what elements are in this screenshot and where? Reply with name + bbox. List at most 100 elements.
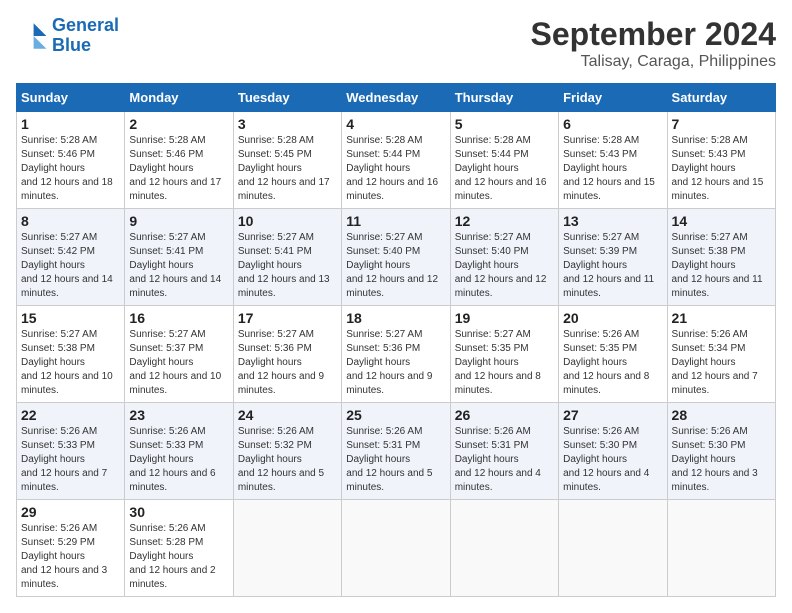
day-info: Sunrise: 5:26 AM Sunset: 5:34 PM Dayligh… xyxy=(672,328,771,398)
day-number: 7 xyxy=(672,116,771,132)
table-row: 15 Sunrise: 5:27 AM Sunset: 5:38 PM Dayl… xyxy=(17,306,125,403)
day-number: 27 xyxy=(563,407,662,423)
day-of-week-header: Sunday xyxy=(17,84,125,112)
table-row: 17 Sunrise: 5:27 AM Sunset: 5:36 PM Dayl… xyxy=(233,306,341,403)
table-row: 8 Sunrise: 5:27 AM Sunset: 5:42 PM Dayli… xyxy=(17,209,125,306)
table-row: 13 Sunrise: 5:27 AM Sunset: 5:39 PM Dayl… xyxy=(559,209,667,306)
day-info: Sunrise: 5:26 AM Sunset: 5:33 PM Dayligh… xyxy=(129,425,228,495)
table-row: 23 Sunrise: 5:26 AM Sunset: 5:33 PM Dayl… xyxy=(125,403,233,500)
table-row: 30 Sunrise: 5:26 AM Sunset: 5:28 PM Dayl… xyxy=(125,500,233,597)
day-info: Sunrise: 5:27 AM Sunset: 5:35 PM Dayligh… xyxy=(455,328,554,398)
day-number: 18 xyxy=(346,310,445,326)
day-info: Sunrise: 5:26 AM Sunset: 5:31 PM Dayligh… xyxy=(455,425,554,495)
day-number: 13 xyxy=(563,213,662,229)
day-number: 30 xyxy=(129,504,228,520)
day-number: 21 xyxy=(672,310,771,326)
table-row: 24 Sunrise: 5:26 AM Sunset: 5:32 PM Dayl… xyxy=(233,403,341,500)
day-of-week-header: Wednesday xyxy=(342,84,450,112)
calendar-table: SundayMondayTuesdayWednesdayThursdayFrid… xyxy=(16,83,776,597)
day-info: Sunrise: 5:28 AM Sunset: 5:43 PM Dayligh… xyxy=(672,134,771,204)
day-number: 2 xyxy=(129,116,228,132)
day-info: Sunrise: 5:28 AM Sunset: 5:46 PM Dayligh… xyxy=(21,134,120,204)
day-number: 5 xyxy=(455,116,554,132)
day-info: Sunrise: 5:26 AM Sunset: 5:28 PM Dayligh… xyxy=(129,522,228,592)
day-info: Sunrise: 5:26 AM Sunset: 5:31 PM Dayligh… xyxy=(346,425,445,495)
table-row xyxy=(342,500,450,597)
table-row: 10 Sunrise: 5:27 AM Sunset: 5:41 PM Dayl… xyxy=(233,209,341,306)
day-number: 19 xyxy=(455,310,554,326)
table-row: 18 Sunrise: 5:27 AM Sunset: 5:36 PM Dayl… xyxy=(342,306,450,403)
day-info: Sunrise: 5:27 AM Sunset: 5:40 PM Dayligh… xyxy=(455,231,554,301)
day-number: 22 xyxy=(21,407,120,423)
table-row: 27 Sunrise: 5:26 AM Sunset: 5:30 PM Dayl… xyxy=(559,403,667,500)
day-number: 16 xyxy=(129,310,228,326)
day-number: 15 xyxy=(21,310,120,326)
day-info: Sunrise: 5:27 AM Sunset: 5:42 PM Dayligh… xyxy=(21,231,120,301)
table-row: 6 Sunrise: 5:28 AM Sunset: 5:43 PM Dayli… xyxy=(559,112,667,209)
table-row: 5 Sunrise: 5:28 AM Sunset: 5:44 PM Dayli… xyxy=(450,112,558,209)
day-info: Sunrise: 5:27 AM Sunset: 5:36 PM Dayligh… xyxy=(238,328,337,398)
table-row: 21 Sunrise: 5:26 AM Sunset: 5:34 PM Dayl… xyxy=(667,306,775,403)
day-info: Sunrise: 5:28 AM Sunset: 5:43 PM Dayligh… xyxy=(563,134,662,204)
table-row: 1 Sunrise: 5:28 AM Sunset: 5:46 PM Dayli… xyxy=(17,112,125,209)
day-of-week-header: Monday xyxy=(125,84,233,112)
day-number: 20 xyxy=(563,310,662,326)
day-info: Sunrise: 5:27 AM Sunset: 5:37 PM Dayligh… xyxy=(129,328,228,398)
logo: General Blue xyxy=(16,16,119,56)
day-number: 29 xyxy=(21,504,120,520)
table-row: 11 Sunrise: 5:27 AM Sunset: 5:40 PM Dayl… xyxy=(342,209,450,306)
table-row: 19 Sunrise: 5:27 AM Sunset: 5:35 PM Dayl… xyxy=(450,306,558,403)
day-info: Sunrise: 5:27 AM Sunset: 5:41 PM Dayligh… xyxy=(238,231,337,301)
title-area: September 2024 Talisay, Caraga, Philippi… xyxy=(531,16,776,71)
day-info: Sunrise: 5:28 AM Sunset: 5:44 PM Dayligh… xyxy=(455,134,554,204)
logo-text: General Blue xyxy=(52,16,119,56)
table-row: 14 Sunrise: 5:27 AM Sunset: 5:38 PM Dayl… xyxy=(667,209,775,306)
table-row xyxy=(450,500,558,597)
day-of-week-header: Friday xyxy=(559,84,667,112)
day-of-week-header: Thursday xyxy=(450,84,558,112)
day-info: Sunrise: 5:26 AM Sunset: 5:32 PM Dayligh… xyxy=(238,425,337,495)
logo-icon xyxy=(16,20,48,52)
day-number: 12 xyxy=(455,213,554,229)
day-number: 3 xyxy=(238,116,337,132)
day-number: 10 xyxy=(238,213,337,229)
day-number: 23 xyxy=(129,407,228,423)
table-row: 28 Sunrise: 5:26 AM Sunset: 5:30 PM Dayl… xyxy=(667,403,775,500)
day-info: Sunrise: 5:27 AM Sunset: 5:36 PM Dayligh… xyxy=(346,328,445,398)
day-number: 14 xyxy=(672,213,771,229)
table-row xyxy=(559,500,667,597)
table-row: 20 Sunrise: 5:26 AM Sunset: 5:35 PM Dayl… xyxy=(559,306,667,403)
day-info: Sunrise: 5:26 AM Sunset: 5:35 PM Dayligh… xyxy=(563,328,662,398)
table-row: 2 Sunrise: 5:28 AM Sunset: 5:46 PM Dayli… xyxy=(125,112,233,209)
day-info: Sunrise: 5:26 AM Sunset: 5:33 PM Dayligh… xyxy=(21,425,120,495)
day-number: 4 xyxy=(346,116,445,132)
table-row: 22 Sunrise: 5:26 AM Sunset: 5:33 PM Dayl… xyxy=(17,403,125,500)
table-row xyxy=(233,500,341,597)
table-row: 7 Sunrise: 5:28 AM Sunset: 5:43 PM Dayli… xyxy=(667,112,775,209)
day-info: Sunrise: 5:26 AM Sunset: 5:29 PM Dayligh… xyxy=(21,522,120,592)
month-title: September 2024 xyxy=(531,16,776,53)
day-number: 24 xyxy=(238,407,337,423)
day-number: 6 xyxy=(563,116,662,132)
day-info: Sunrise: 5:27 AM Sunset: 5:40 PM Dayligh… xyxy=(346,231,445,301)
table-row: 12 Sunrise: 5:27 AM Sunset: 5:40 PM Dayl… xyxy=(450,209,558,306)
table-row: 26 Sunrise: 5:26 AM Sunset: 5:31 PM Dayl… xyxy=(450,403,558,500)
table-row: 16 Sunrise: 5:27 AM Sunset: 5:37 PM Dayl… xyxy=(125,306,233,403)
table-row xyxy=(667,500,775,597)
day-of-week-header: Saturday xyxy=(667,84,775,112)
day-info: Sunrise: 5:26 AM Sunset: 5:30 PM Dayligh… xyxy=(672,425,771,495)
location-title: Talisay, Caraga, Philippines xyxy=(531,53,776,71)
day-number: 11 xyxy=(346,213,445,229)
day-info: Sunrise: 5:27 AM Sunset: 5:39 PM Dayligh… xyxy=(563,231,662,301)
day-number: 8 xyxy=(21,213,120,229)
day-number: 9 xyxy=(129,213,228,229)
day-number: 28 xyxy=(672,407,771,423)
day-of-week-header: Tuesday xyxy=(233,84,341,112)
day-number: 25 xyxy=(346,407,445,423)
day-info: Sunrise: 5:27 AM Sunset: 5:41 PM Dayligh… xyxy=(129,231,228,301)
table-row: 4 Sunrise: 5:28 AM Sunset: 5:44 PM Dayli… xyxy=(342,112,450,209)
day-info: Sunrise: 5:28 AM Sunset: 5:45 PM Dayligh… xyxy=(238,134,337,204)
day-info: Sunrise: 5:28 AM Sunset: 5:46 PM Dayligh… xyxy=(129,134,228,204)
table-row: 25 Sunrise: 5:26 AM Sunset: 5:31 PM Dayl… xyxy=(342,403,450,500)
day-info: Sunrise: 5:28 AM Sunset: 5:44 PM Dayligh… xyxy=(346,134,445,204)
